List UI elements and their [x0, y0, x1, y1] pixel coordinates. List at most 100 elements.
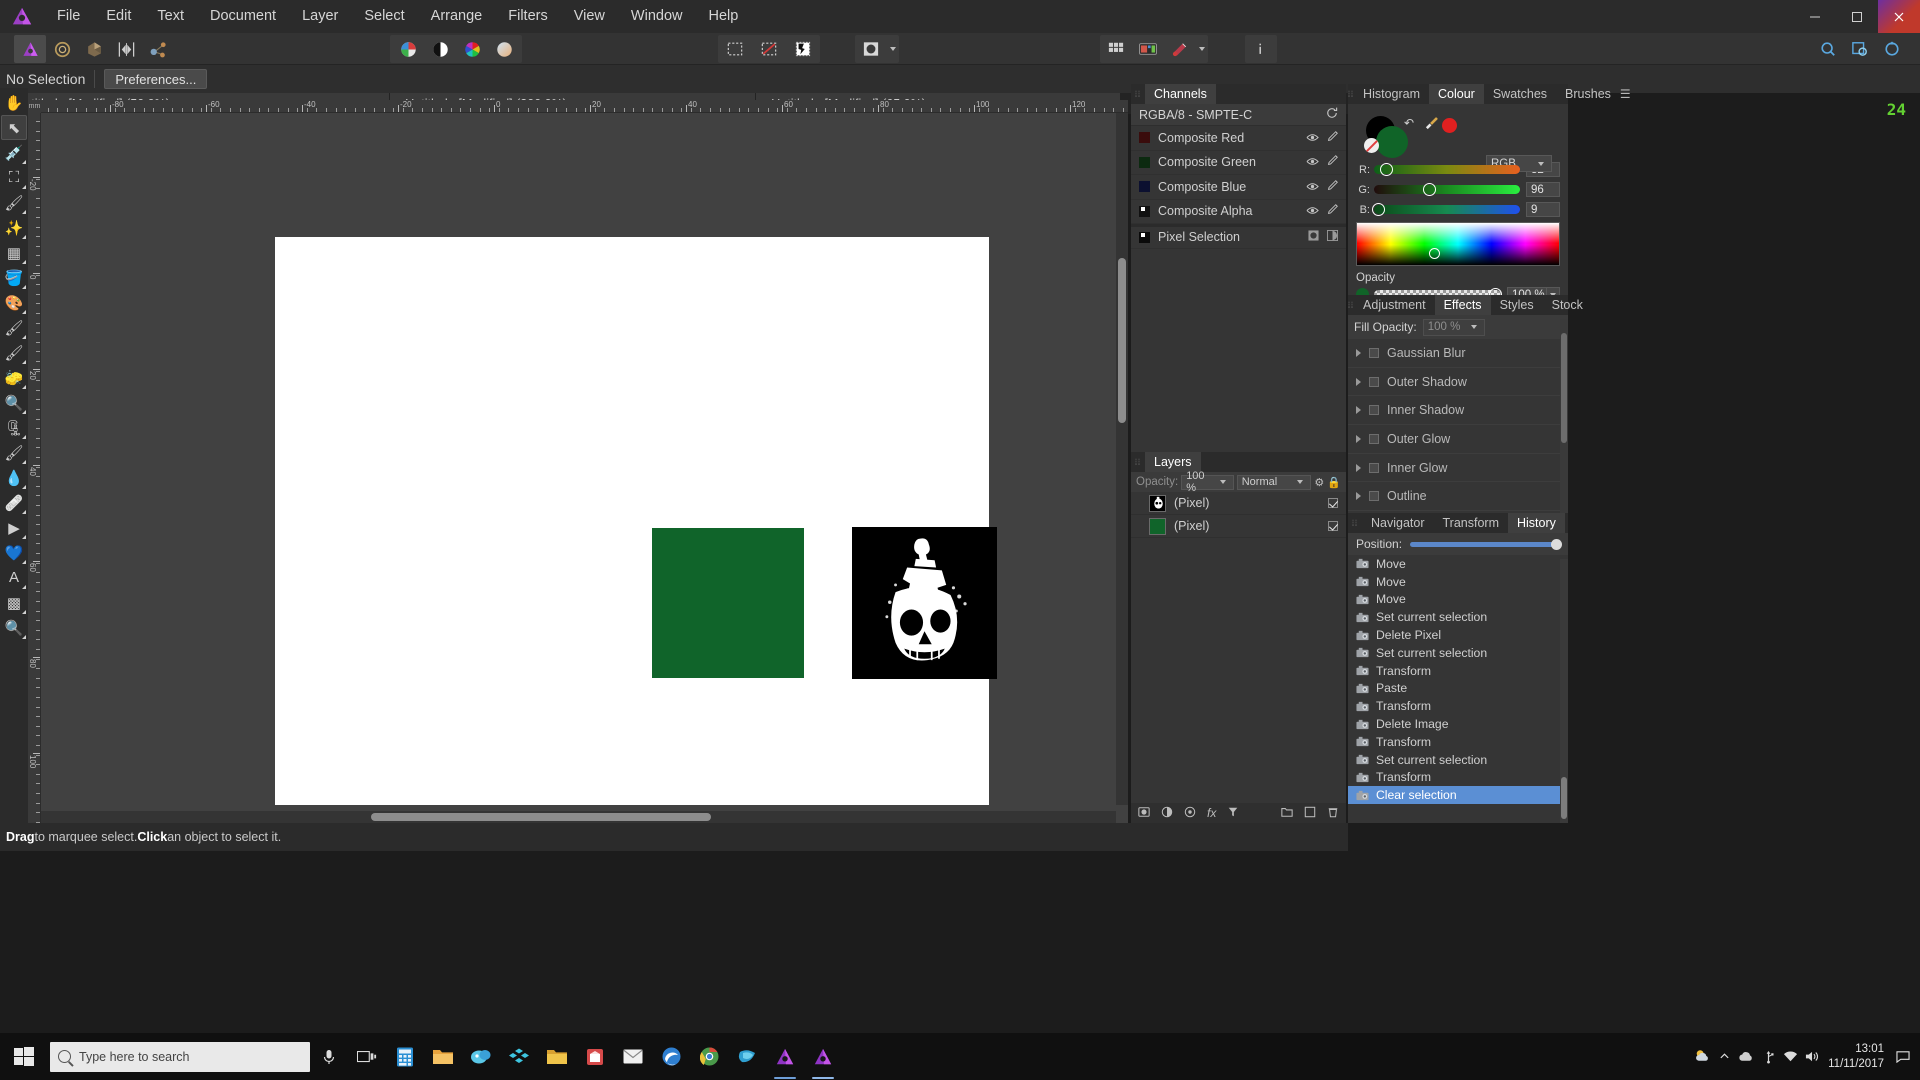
channel-row[interactable]: Composite Red — [1131, 126, 1346, 151]
load-selection-icon[interactable] — [1308, 230, 1319, 244]
pencil-icon[interactable] — [1327, 130, 1338, 145]
effect-enable-checkbox[interactable] — [1369, 491, 1379, 502]
paint-brush-tool[interactable]: 🖌 — [1, 315, 27, 340]
eye-icon[interactable] — [1306, 155, 1319, 169]
task-view-icon[interactable] — [348, 1033, 386, 1080]
assistant-icon[interactable] — [1164, 35, 1196, 63]
history-entry[interactable]: Transform — [1348, 733, 1568, 751]
vertical-ruler[interactable]: -20 0 20 40 60 80 100 — [28, 113, 41, 823]
document-page[interactable] — [275, 237, 997, 805]
colour-slider-track[interactable] — [1372, 202, 1520, 216]
adjustment-icon[interactable] — [1161, 806, 1173, 821]
menu-select[interactable]: Select — [351, 0, 417, 33]
mesh-warp-tool[interactable]: ▩ — [1, 590, 27, 615]
minimize-button[interactable] — [1794, 0, 1836, 33]
effect-row[interactable]: Gaussian Blur — [1348, 339, 1568, 368]
chevron-down-icon[interactable] — [1468, 325, 1480, 329]
menu-file[interactable]: File — [44, 0, 93, 33]
tab-navigator[interactable]: Navigator — [1362, 513, 1434, 533]
develop-persona-icon[interactable] — [78, 35, 110, 63]
marquee-new-icon[interactable] — [718, 35, 752, 63]
colour-slider-track[interactable] — [1374, 182, 1520, 196]
invert-selection-icon[interactable] — [1327, 230, 1338, 244]
zoom-fit-icon[interactable] — [1812, 35, 1844, 63]
panel-menu-icon[interactable]: ☰ — [1620, 84, 1631, 104]
flood-select-tool[interactable]: ✨ — [1, 215, 27, 240]
show-desktop-button[interactable] — [1913, 1033, 1918, 1080]
affinity-photo-window-icon[interactable] — [804, 1033, 842, 1080]
layer-row[interactable]: (Pixel) — [1131, 515, 1346, 538]
dodge-brush-tool[interactable]: 🔍 — [1, 390, 27, 415]
effect-enable-checkbox[interactable] — [1369, 347, 1379, 358]
history-entry[interactable]: Transform — [1348, 769, 1568, 787]
mail-app-icon[interactable] — [614, 1033, 652, 1080]
export-persona-icon[interactable] — [142, 35, 174, 63]
affinity-photo-icon[interactable] — [766, 1033, 804, 1080]
tab-brushes[interactable]: Brushes — [1556, 84, 1620, 104]
chevron-down-icon[interactable] — [887, 47, 899, 51]
marquee-disabled-icon[interactable] — [752, 35, 786, 63]
menu-arrange[interactable]: Arrange — [418, 0, 496, 33]
horizontal-ruler[interactable]: -80 -60 -40 -20 0 20 40 60 80 100 120 — [28, 100, 1128, 113]
shape-tool[interactable]: 💙 — [1, 540, 27, 565]
onedrive-icon[interactable] — [1735, 1033, 1757, 1080]
menu-view[interactable]: View — [561, 0, 618, 33]
channel-row[interactable]: Composite Alpha — [1131, 200, 1346, 224]
microsoft-store-icon[interactable] — [576, 1033, 614, 1080]
layer-row[interactable]: (Pixel) — [1131, 492, 1346, 515]
spectrum-marker[interactable] — [1428, 248, 1440, 260]
fill-opacity-field[interactable]: 100 % — [1422, 318, 1485, 336]
preferences-button[interactable]: Preferences... — [104, 69, 208, 89]
effect-enable-checkbox[interactable] — [1369, 376, 1379, 387]
effects-scroll-thumb[interactable] — [1561, 333, 1567, 443]
vivaldi-browser-icon[interactable] — [728, 1033, 766, 1080]
info-icon[interactable] — [1245, 35, 1277, 63]
search-input[interactable]: Type here to search — [50, 1041, 310, 1072]
new-layer-icon[interactable] — [1304, 806, 1316, 821]
history-entry[interactable]: Set current selection — [1348, 751, 1568, 769]
history-position-slider[interactable] — [1410, 538, 1562, 550]
colour-value-field[interactable]: 96 — [1526, 182, 1560, 197]
undo-brush-tool[interactable]: 🖌 — [1, 440, 27, 465]
tab-adjustment[interactable]: Adjustment — [1354, 295, 1435, 315]
live-filter-icon[interactable] — [1184, 806, 1196, 821]
horizontal-scroll-thumb[interactable] — [371, 813, 711, 821]
marquee-selection-tool[interactable]: ▦ — [1, 240, 27, 265]
pencil-icon[interactable] — [1327, 155, 1338, 169]
windows-start-icon[interactable] — [0, 1033, 48, 1080]
default-colour-swatch[interactable] — [1442, 118, 1457, 133]
zoom-pixel-icon[interactable] — [1844, 35, 1876, 63]
menu-filters[interactable]: Filters — [495, 0, 560, 33]
rotate-view-icon[interactable] — [1876, 35, 1908, 63]
vertical-scroll-thumb[interactable] — [1118, 258, 1126, 423]
eye-icon[interactable] — [1306, 180, 1319, 194]
eye-icon[interactable] — [1306, 131, 1319, 145]
effect-enable-checkbox[interactable] — [1369, 462, 1379, 473]
effect-enable-checkbox[interactable] — [1369, 405, 1379, 416]
app-tiles-icon[interactable] — [500, 1033, 538, 1080]
chevron-down-icon[interactable] — [1217, 480, 1229, 484]
new-group-icon[interactable] — [1281, 806, 1293, 821]
eye-icon[interactable] — [1306, 204, 1319, 218]
menu-help[interactable]: Help — [695, 0, 751, 33]
layer-opacity-field[interactable]: 100 % — [1181, 470, 1234, 494]
menu-text[interactable]: Text — [144, 0, 197, 33]
menu-edit[interactable]: Edit — [93, 0, 144, 33]
fx-icon[interactable]: fx — [1207, 806, 1216, 820]
lock-icon[interactable]: 🔒 — [1327, 476, 1341, 489]
history-entry[interactable]: Set current selection — [1348, 608, 1568, 626]
history-entry[interactable]: Transform — [1348, 662, 1568, 680]
tab-transform[interactable]: Transform — [1434, 513, 1509, 533]
history-entry[interactable]: Delete Pixel — [1348, 626, 1568, 644]
effect-row[interactable]: Inner Glow — [1348, 454, 1568, 483]
history-entry[interactable]: Paste — [1348, 680, 1568, 698]
channel-row[interactable]: Composite Blue — [1131, 175, 1346, 200]
layer-visibility-checkbox[interactable] — [1328, 498, 1338, 508]
effect-enable-checkbox[interactable] — [1369, 433, 1379, 444]
tab-stock[interactable]: Stock — [1543, 295, 1592, 315]
history-entry[interactable]: Delete Image — [1348, 715, 1568, 733]
close-button[interactable] — [1878, 0, 1920, 33]
flood-fill-tool[interactable]: 🪣 — [1, 265, 27, 290]
chevron-right-icon[interactable] — [1356, 492, 1361, 501]
colour-picker-tool[interactable]: 💉 — [1, 140, 27, 165]
